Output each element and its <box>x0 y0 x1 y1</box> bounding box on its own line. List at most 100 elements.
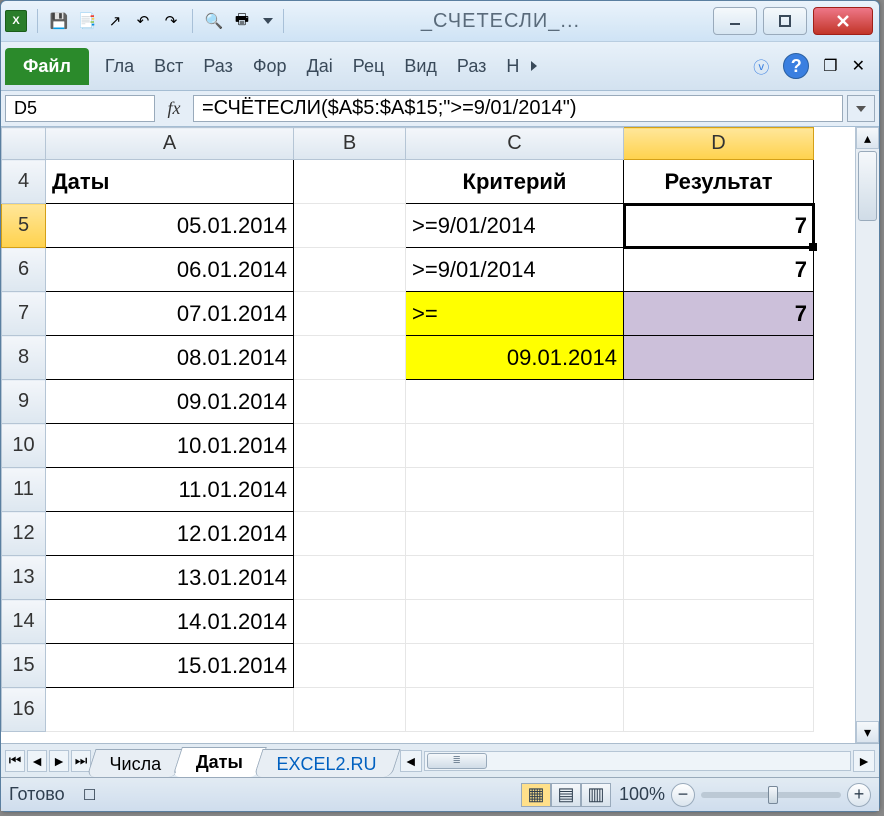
maximize-button[interactable] <box>763 7 807 35</box>
cell-B11[interactable] <box>294 468 406 512</box>
hscroll-right-icon[interactable]: ► <box>853 750 875 772</box>
cell-C13[interactable] <box>406 556 624 600</box>
row-header-9[interactable]: 9 <box>2 380 46 424</box>
row-header-15[interactable]: 15 <box>2 644 46 688</box>
cell-B15[interactable] <box>294 644 406 688</box>
cell-A13[interactable]: 13.01.2014 <box>46 556 294 600</box>
vertical-scrollbar[interactable]: ▴ ▾ <box>855 127 879 743</box>
cell-B8[interactable] <box>294 336 406 380</box>
row-header-7[interactable]: 7 <box>2 292 46 336</box>
cell-A11[interactable]: 11.01.2014 <box>46 468 294 512</box>
tab-view[interactable]: Вид <box>394 50 447 83</box>
cell-A9[interactable]: 09.01.2014 <box>46 380 294 424</box>
view-normal-icon[interactable]: ▦ <box>521 783 551 807</box>
cell-A10[interactable]: 10.01.2014 <box>46 424 294 468</box>
cell-C8[interactable]: 09.01.2014 <box>406 336 624 380</box>
formula-expand-button[interactable] <box>847 95 875 122</box>
cell-B10[interactable] <box>294 424 406 468</box>
cell-D7[interactable]: 7 <box>624 292 814 336</box>
cell-C15[interactable] <box>406 644 624 688</box>
cell-A15[interactable]: 15.01.2014 <box>46 644 294 688</box>
row-header-14[interactable]: 14 <box>2 600 46 644</box>
window-close-inner-icon[interactable]: ✕ <box>852 56 865 76</box>
cell-C9[interactable] <box>406 380 624 424</box>
arrow-icon[interactable]: ↗ <box>104 10 126 32</box>
cell-C11[interactable] <box>406 468 624 512</box>
cell-D8[interactable] <box>624 336 814 380</box>
cell-B5[interactable] <box>294 204 406 248</box>
sheet-tab-EXCEL2.RU[interactable]: EXCEL2.RU <box>253 749 400 777</box>
cell-D6[interactable]: 7 <box>624 248 814 292</box>
macro-record-icon[interactable]: ☐ <box>79 784 101 806</box>
cell-D5[interactable]: 7 <box>624 204 814 248</box>
row-header-4[interactable]: 4 <box>2 160 46 204</box>
zoom-out-button[interactable]: − <box>671 783 695 807</box>
view-pagebreak-icon[interactable]: ▥ <box>581 783 611 807</box>
horizontal-scrollbar[interactable]: ◄ ≣ ► <box>396 744 879 777</box>
row-header-8[interactable]: 8 <box>2 336 46 380</box>
tab-file[interactable]: Файл <box>5 48 89 85</box>
name-box[interactable]: D5 <box>5 95 155 122</box>
scroll-up-icon[interactable]: ▴ <box>856 127 879 149</box>
cell-D4[interactable]: Результат <box>624 160 814 204</box>
row-header-12[interactable]: 12 <box>2 512 46 556</box>
scroll-thumb[interactable] <box>858 151 877 221</box>
row-header-16[interactable]: 16 <box>2 688 46 732</box>
cell-A7[interactable]: 07.01.2014 <box>46 292 294 336</box>
cell-D11[interactable] <box>624 468 814 512</box>
cell-D16[interactable] <box>624 688 814 732</box>
sheet-tab-Даты[interactable]: Даты <box>172 747 267 777</box>
tab-data[interactable]: Даі <box>297 50 343 83</box>
preview-icon[interactable]: 🔍 <box>203 10 225 32</box>
row-header-5[interactable]: 5 <box>2 204 46 248</box>
column-header-D[interactable]: D <box>624 128 814 160</box>
column-header-B[interactable]: B <box>294 128 406 160</box>
cell-B13[interactable] <box>294 556 406 600</box>
zoom-in-button[interactable]: + <box>847 783 871 807</box>
close-button[interactable] <box>813 7 873 35</box>
sheet-tab-Числа[interactable]: Числа <box>86 749 185 777</box>
tab-developer[interactable]: Раз <box>447 50 496 83</box>
cell-B7[interactable] <box>294 292 406 336</box>
cell-B6[interactable] <box>294 248 406 292</box>
fx-icon[interactable]: fx <box>159 95 189 122</box>
cell-C5[interactable]: >=9/01/2014 <box>406 204 624 248</box>
save-icon[interactable]: 💾 <box>48 10 70 32</box>
cell-D14[interactable] <box>624 600 814 644</box>
scroll-down-icon[interactable]: ▾ <box>856 721 879 743</box>
formula-input[interactable]: =СЧЁТЕСЛИ($A$5:$A$15;">=9/01/2014") <box>193 95 843 122</box>
tab-home[interactable]: Гла <box>95 50 144 83</box>
cell-B4[interactable] <box>294 160 406 204</box>
layout-icon[interactable]: 📑 <box>76 10 98 32</box>
cell-A6[interactable]: 06.01.2014 <box>46 248 294 292</box>
zoom-slider[interactable] <box>701 792 841 798</box>
worksheet-grid[interactable]: ABCD4ДатыКритерийРезультат505.01.2014>=9… <box>1 127 814 732</box>
row-header-13[interactable]: 13 <box>2 556 46 600</box>
sheet-nav-first-icon[interactable]: ⏮ <box>5 750 25 772</box>
hscroll-thumb[interactable]: ≣ <box>427 753 487 769</box>
tab-pagelayout[interactable]: Раз <box>193 50 242 83</box>
zoom-level[interactable]: 100% <box>619 784 665 805</box>
column-header-A[interactable]: A <box>46 128 294 160</box>
cell-C10[interactable] <box>406 424 624 468</box>
cell-C6[interactable]: >=9/01/2014 <box>406 248 624 292</box>
cell-B12[interactable] <box>294 512 406 556</box>
cell-C7[interactable]: >= <box>406 292 624 336</box>
row-header-11[interactable]: 11 <box>2 468 46 512</box>
tab-review[interactable]: Рец <box>343 50 395 83</box>
view-pagelayout-icon[interactable]: ▤ <box>551 783 581 807</box>
cell-D12[interactable] <box>624 512 814 556</box>
cell-D15[interactable] <box>624 644 814 688</box>
cell-A14[interactable]: 14.01.2014 <box>46 600 294 644</box>
window-restore-icon[interactable]: ❐ <box>823 56 837 76</box>
sheet-nav-next-icon[interactable]: ► <box>49 750 69 772</box>
select-all-corner[interactable] <box>2 128 46 160</box>
cell-A16[interactable] <box>46 688 294 732</box>
cell-D13[interactable] <box>624 556 814 600</box>
tab-addin[interactable]: Н <box>496 50 529 83</box>
cell-B9[interactable] <box>294 380 406 424</box>
cell-A5[interactable]: 05.01.2014 <box>46 204 294 248</box>
cell-B16[interactable] <box>294 688 406 732</box>
cell-A4[interactable]: Даты <box>46 160 294 204</box>
cell-B14[interactable] <box>294 600 406 644</box>
